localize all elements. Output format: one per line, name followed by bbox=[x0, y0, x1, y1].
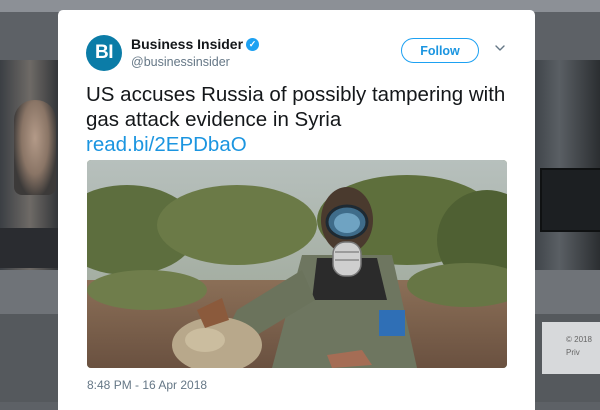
background-monitor bbox=[540, 168, 600, 232]
follow-button[interactable]: Follow bbox=[401, 38, 479, 63]
tweet-text: US accuses Russia of possibly tampering … bbox=[86, 83, 506, 131]
follow-button-label: Follow bbox=[420, 43, 460, 58]
chevron-down-icon[interactable] bbox=[494, 42, 506, 54]
author-handle[interactable]: @businessinsider bbox=[131, 55, 230, 69]
tweet-card: BI Business Insider ✓ @businessinsider F… bbox=[58, 10, 535, 410]
avatar[interactable]: BI bbox=[86, 35, 122, 71]
avatar-initials: BI bbox=[95, 42, 114, 63]
background-footer-text: © 2018 Priv bbox=[566, 333, 592, 359]
author-row: Business Insider ✓ bbox=[131, 36, 260, 52]
verified-badge-icon: ✓ bbox=[246, 37, 260, 51]
background-desk bbox=[0, 228, 60, 268]
tweet-timestamp[interactable]: 8:48 PM - 16 Apr 2018 bbox=[87, 378, 207, 392]
tweet-body: US accuses Russia of possibly tampering … bbox=[86, 82, 516, 157]
tweet-link[interactable]: read.bi/2EPDbaO bbox=[86, 132, 516, 157]
background-person bbox=[14, 100, 56, 195]
footer-copyright: © 2018 bbox=[566, 335, 592, 344]
footer-privacy: Priv bbox=[566, 348, 580, 357]
tweet-media-photo[interactable] bbox=[87, 160, 507, 368]
background-photo-right bbox=[532, 60, 600, 270]
author-name[interactable]: Business Insider bbox=[131, 36, 243, 52]
media-illustration bbox=[87, 160, 507, 368]
